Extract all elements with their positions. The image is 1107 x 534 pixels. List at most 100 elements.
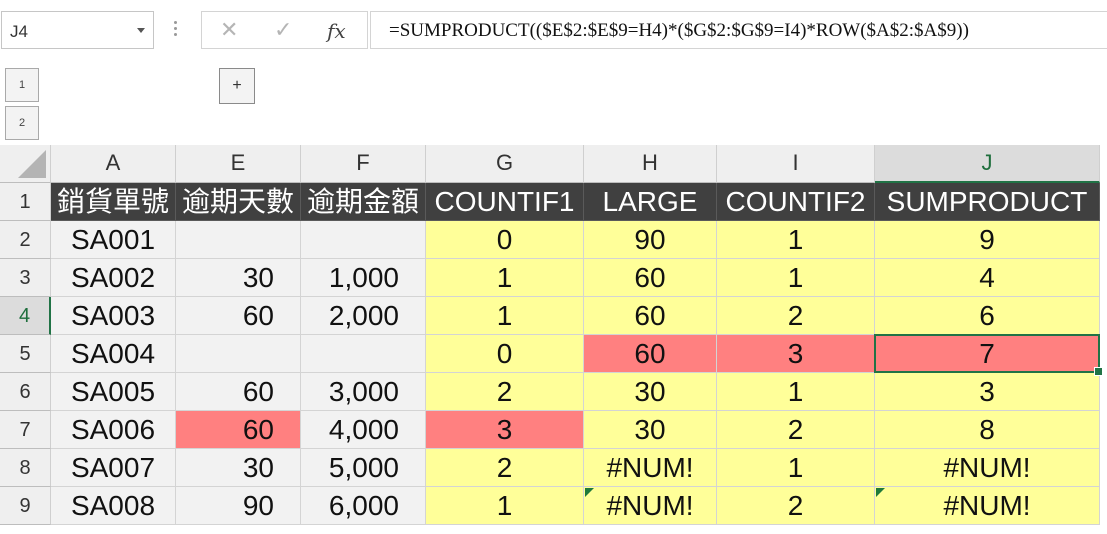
cell-g8[interactable]: 2 [426, 449, 584, 487]
cell-i7[interactable]: 2 [717, 411, 875, 449]
cell-i2[interactable]: 1 [717, 221, 875, 259]
cell-g3[interactable]: 1 [426, 259, 584, 297]
cell-g7[interactable]: 3 [426, 411, 584, 449]
select-all-button[interactable] [0, 145, 51, 183]
cell-j7[interactable]: 8 [875, 411, 1100, 449]
header-cell-f[interactable]: 逾期金額 [301, 183, 426, 221]
header-cell-a[interactable]: 銷貨單號 [51, 183, 176, 221]
cell-e5[interactable] [176, 335, 301, 373]
header-cell-i[interactable]: COUNTIF2 [717, 183, 875, 221]
row-header-3[interactable]: 3 [0, 259, 51, 297]
fill-handle[interactable] [1094, 367, 1103, 376]
cell-h4[interactable]: 60 [584, 297, 717, 335]
cell-e2[interactable] [176, 221, 301, 259]
cell-a3[interactable]: SA002 [51, 259, 176, 297]
outline-level-1-button[interactable]: 1 [5, 68, 39, 102]
cell-value: 1 [496, 490, 513, 521]
column-header-h[interactable]: H [584, 145, 717, 183]
cell-i4[interactable]: 2 [717, 297, 875, 335]
cell-a2[interactable]: SA001 [51, 221, 176, 259]
cell-h7[interactable]: 30 [584, 411, 717, 449]
name-box[interactable]: J4 [1, 11, 154, 49]
row-header-4[interactable]: 4 [0, 297, 51, 335]
header-cell-j[interactable]: SUMPRODUCT [875, 183, 1100, 221]
column-header-i[interactable]: I [717, 145, 875, 183]
cell-value: 2,000 [328, 300, 399, 331]
cell-j4[interactable]: 6 [875, 297, 1100, 335]
cell-f8[interactable]: 5,000 [301, 449, 426, 487]
cell-i8[interactable]: 1 [717, 449, 875, 487]
cell-h8[interactable]: #NUM! [584, 449, 717, 487]
cell-value: 30 [634, 414, 666, 445]
cell-i5[interactable]: 3 [717, 335, 875, 373]
cell-e6[interactable]: 60 [176, 373, 301, 411]
cell-j3[interactable]: 4 [875, 259, 1100, 297]
cell-value: 60 [242, 376, 274, 407]
error-indicator-icon[interactable] [585, 488, 594, 497]
header-cell-g[interactable]: COUNTIF1 [426, 183, 584, 221]
row-header-7[interactable]: 7 [0, 411, 51, 449]
cell-j6[interactable]: 3 [875, 373, 1100, 411]
cell-a4[interactable]: SA003 [51, 297, 176, 335]
cell-i6[interactable]: 1 [717, 373, 875, 411]
drag-handle-icon[interactable] [174, 18, 178, 42]
cell-j8[interactable]: #NUM! [875, 449, 1100, 487]
cell-e8[interactable]: 30 [176, 449, 301, 487]
outline-level-2-button[interactable]: 2 [5, 106, 39, 140]
expand-group-button[interactable]: + [219, 68, 255, 104]
cell-e9[interactable]: 90 [176, 487, 301, 525]
header-cell-e[interactable]: 逾期天數 [176, 183, 301, 221]
cell-a9[interactable]: SA008 [51, 487, 176, 525]
column-header-f[interactable]: F [301, 145, 426, 183]
cell-g4[interactable]: 1 [426, 297, 584, 335]
cell-g9[interactable]: 1 [426, 487, 584, 525]
row-header-1[interactable]: 1 [0, 183, 51, 221]
cell-f6[interactable]: 3,000 [301, 373, 426, 411]
check-icon[interactable]: ✓ [274, 17, 292, 43]
error-indicator-icon[interactable] [876, 488, 885, 497]
cell-f2[interactable] [301, 221, 426, 259]
column-header-g[interactable]: G [426, 145, 584, 183]
cell-f4[interactable]: 2,000 [301, 297, 426, 335]
outline-bar: 1 2 + [0, 64, 1107, 145]
cell-h3[interactable]: 60 [584, 259, 717, 297]
header-cell-h[interactable]: LARGE [584, 183, 717, 221]
cell-g2[interactable]: 0 [426, 221, 584, 259]
cancel-icon[interactable]: ✕ [220, 17, 238, 43]
cell-e3[interactable]: 30 [176, 259, 301, 297]
column-header-e[interactable]: E [176, 145, 301, 183]
cell-e4[interactable]: 60 [176, 297, 301, 335]
cell-f3[interactable]: 1,000 [301, 259, 426, 297]
row-header-2[interactable]: 2 [0, 221, 51, 259]
cell-h6[interactable]: 30 [584, 373, 717, 411]
cell-f7[interactable]: 4,000 [301, 411, 426, 449]
cell-i9[interactable]: 2 [717, 487, 875, 525]
cell-a5[interactable]: SA004 [51, 335, 176, 373]
cell-h2[interactable]: 90 [584, 221, 717, 259]
cell-a7[interactable]: SA006 [51, 411, 176, 449]
cell-h5[interactable]: 60 [584, 335, 717, 373]
cell-g5[interactable]: 0 [426, 335, 584, 373]
chevron-down-icon[interactable] [137, 28, 145, 33]
insert-function-icon[interactable]: fx [327, 19, 346, 43]
cell-value: 30 [634, 376, 666, 407]
row-header-6[interactable]: 6 [0, 373, 51, 411]
cell-e7[interactable]: 60 [176, 411, 301, 449]
cell-i3[interactable]: 1 [717, 259, 875, 297]
selected-cell-outline [874, 334, 1103, 376]
formula-input[interactable]: =SUMPRODUCT(($E$2:$E$9=H4)*($G$2:$G$9=I4… [370, 11, 1107, 49]
column-header-a[interactable]: A [51, 145, 176, 183]
column-header-j[interactable]: J [875, 145, 1100, 183]
row-header-9[interactable]: 9 [0, 487, 51, 525]
row-header-5[interactable]: 5 [0, 335, 51, 373]
cell-value: 60 [634, 300, 666, 331]
cell-g6[interactable]: 2 [426, 373, 584, 411]
cell-j9[interactable]: #NUM! [875, 487, 1100, 525]
cell-f5[interactable] [301, 335, 426, 373]
cell-a8[interactable]: SA007 [51, 449, 176, 487]
cell-h9[interactable]: #NUM! [584, 487, 717, 525]
cell-a6[interactable]: SA005 [51, 373, 176, 411]
cell-j2[interactable]: 9 [875, 221, 1100, 259]
row-header-8[interactable]: 8 [0, 449, 51, 487]
cell-f9[interactable]: 6,000 [301, 487, 426, 525]
